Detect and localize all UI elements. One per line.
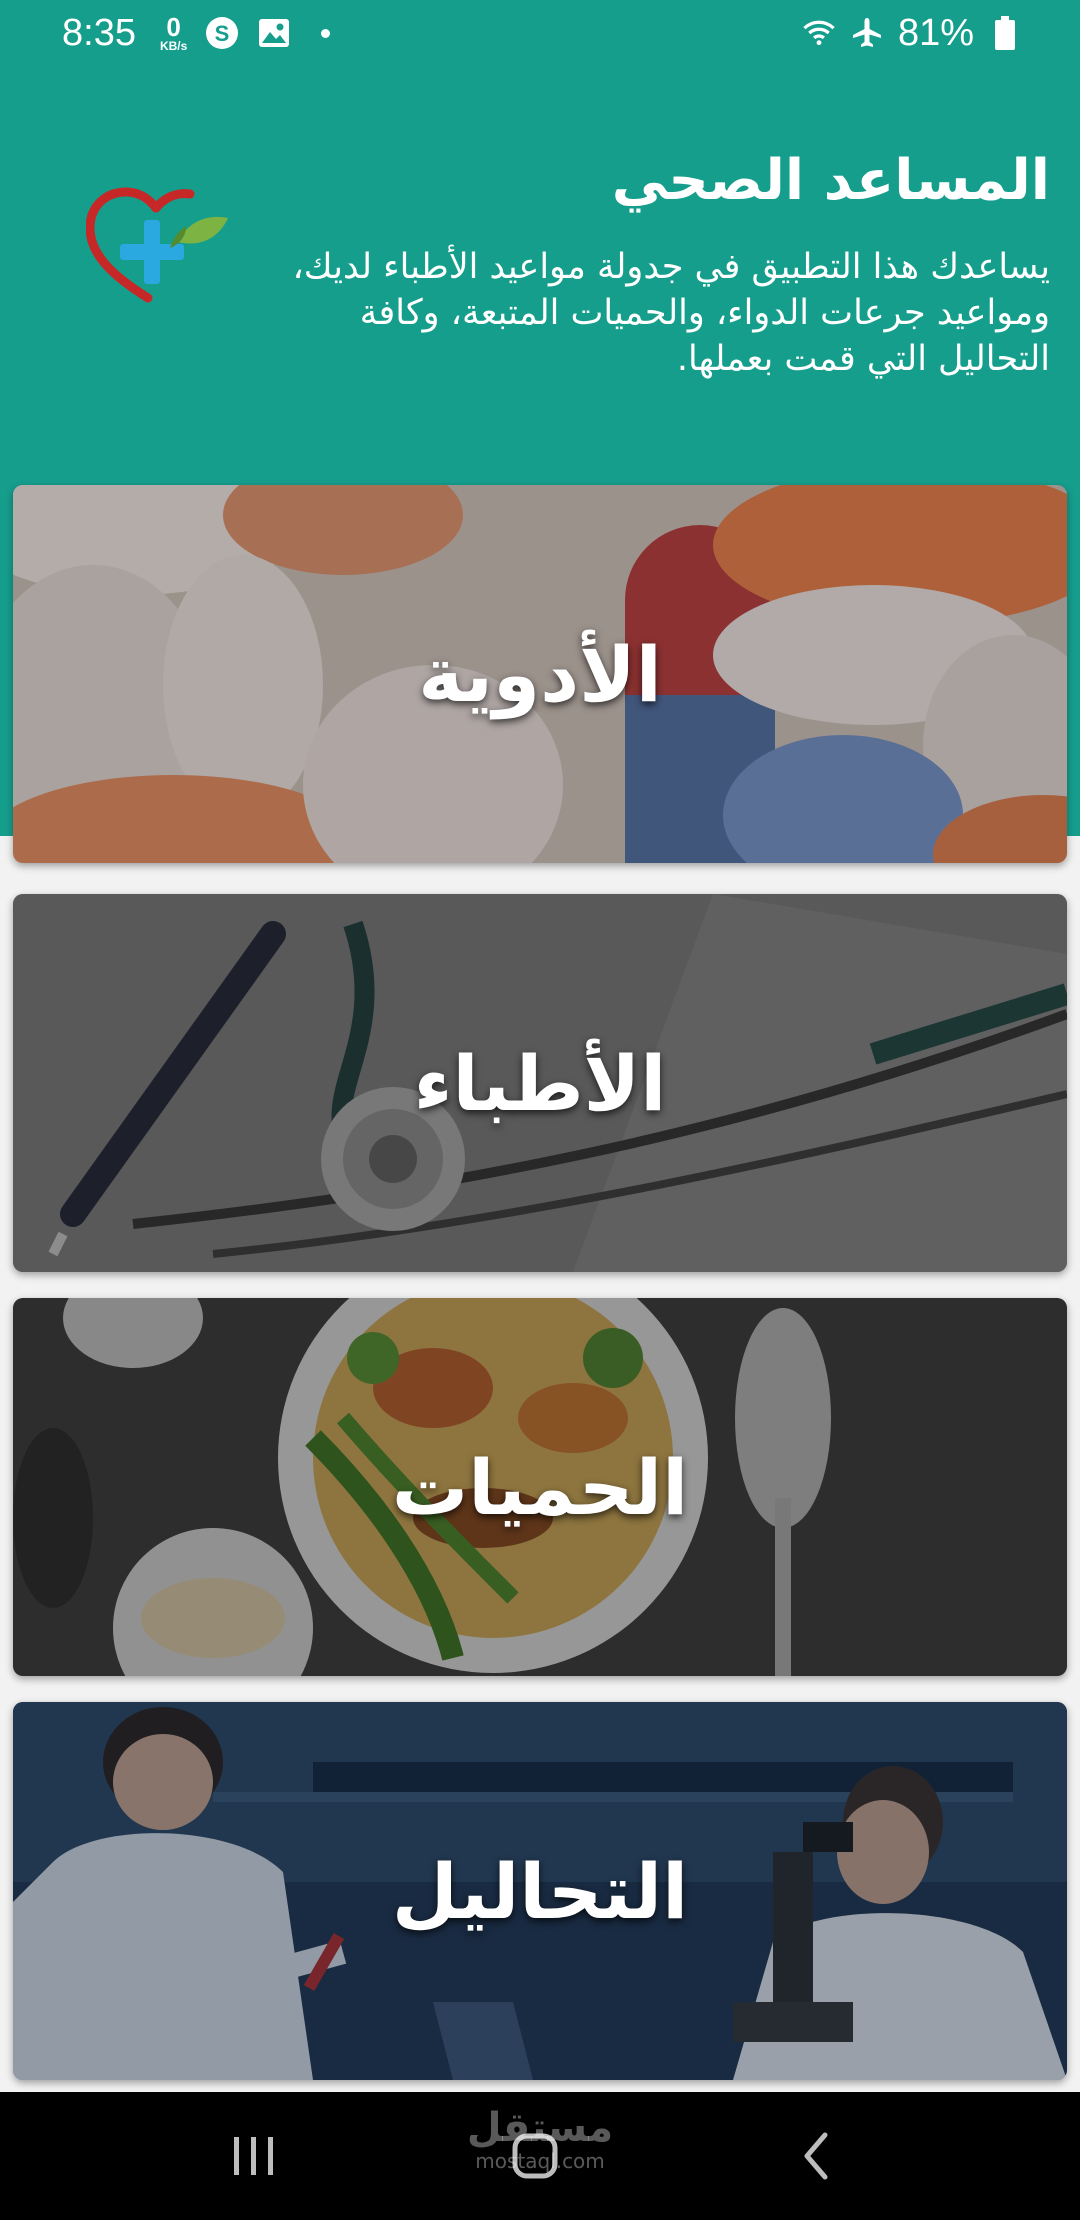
diets-label: الحميات (391, 1442, 689, 1532)
battery-percent: 81% (897, 12, 974, 54)
lab-tests-label: التحاليل (391, 1846, 689, 1936)
status-time: 8:35 (62, 12, 136, 54)
back-icon (804, 2132, 828, 2180)
wifi-icon (802, 16, 836, 50)
doctors-card[interactable]: الأطباء (13, 894, 1067, 1272)
recent-apps-button[interactable] (174, 2092, 334, 2220)
gallery-icon (257, 16, 291, 50)
heart-plus-logo (85, 186, 232, 310)
svg-text:S: S (215, 21, 230, 46)
watermark-arabic: مستقل (466, 2105, 614, 2151)
notification-dot (321, 28, 331, 38)
s-circle-icon: S (205, 16, 239, 50)
recent-apps-icon (234, 2137, 273, 2175)
medicines-label: الأدوية (418, 629, 662, 719)
status-bar: 8:35 0 KB/s S 81% (0, 0, 1080, 68)
app-description: يساعدك هذا التطبيق في جدولة مواعيد الأطب… (292, 247, 1050, 379)
airplane-icon (850, 16, 884, 50)
battery-icon (988, 16, 1022, 50)
watermark: مستقل mostaql.com (440, 2106, 640, 2172)
watermark-latin: mostaql.com (475, 2149, 605, 2173)
doctors-label: الأطباء (413, 1038, 667, 1128)
medicines-card[interactable]: الأدوية (13, 485, 1067, 863)
lab-tests-card[interactable]: التحاليل (13, 1702, 1067, 2080)
back-button[interactable] (736, 2092, 896, 2220)
app-title: المساعد الصحي (611, 148, 1050, 213)
network-speed: 0 KB/s (159, 12, 188, 53)
diets-card[interactable]: الحميات (13, 1298, 1067, 1676)
